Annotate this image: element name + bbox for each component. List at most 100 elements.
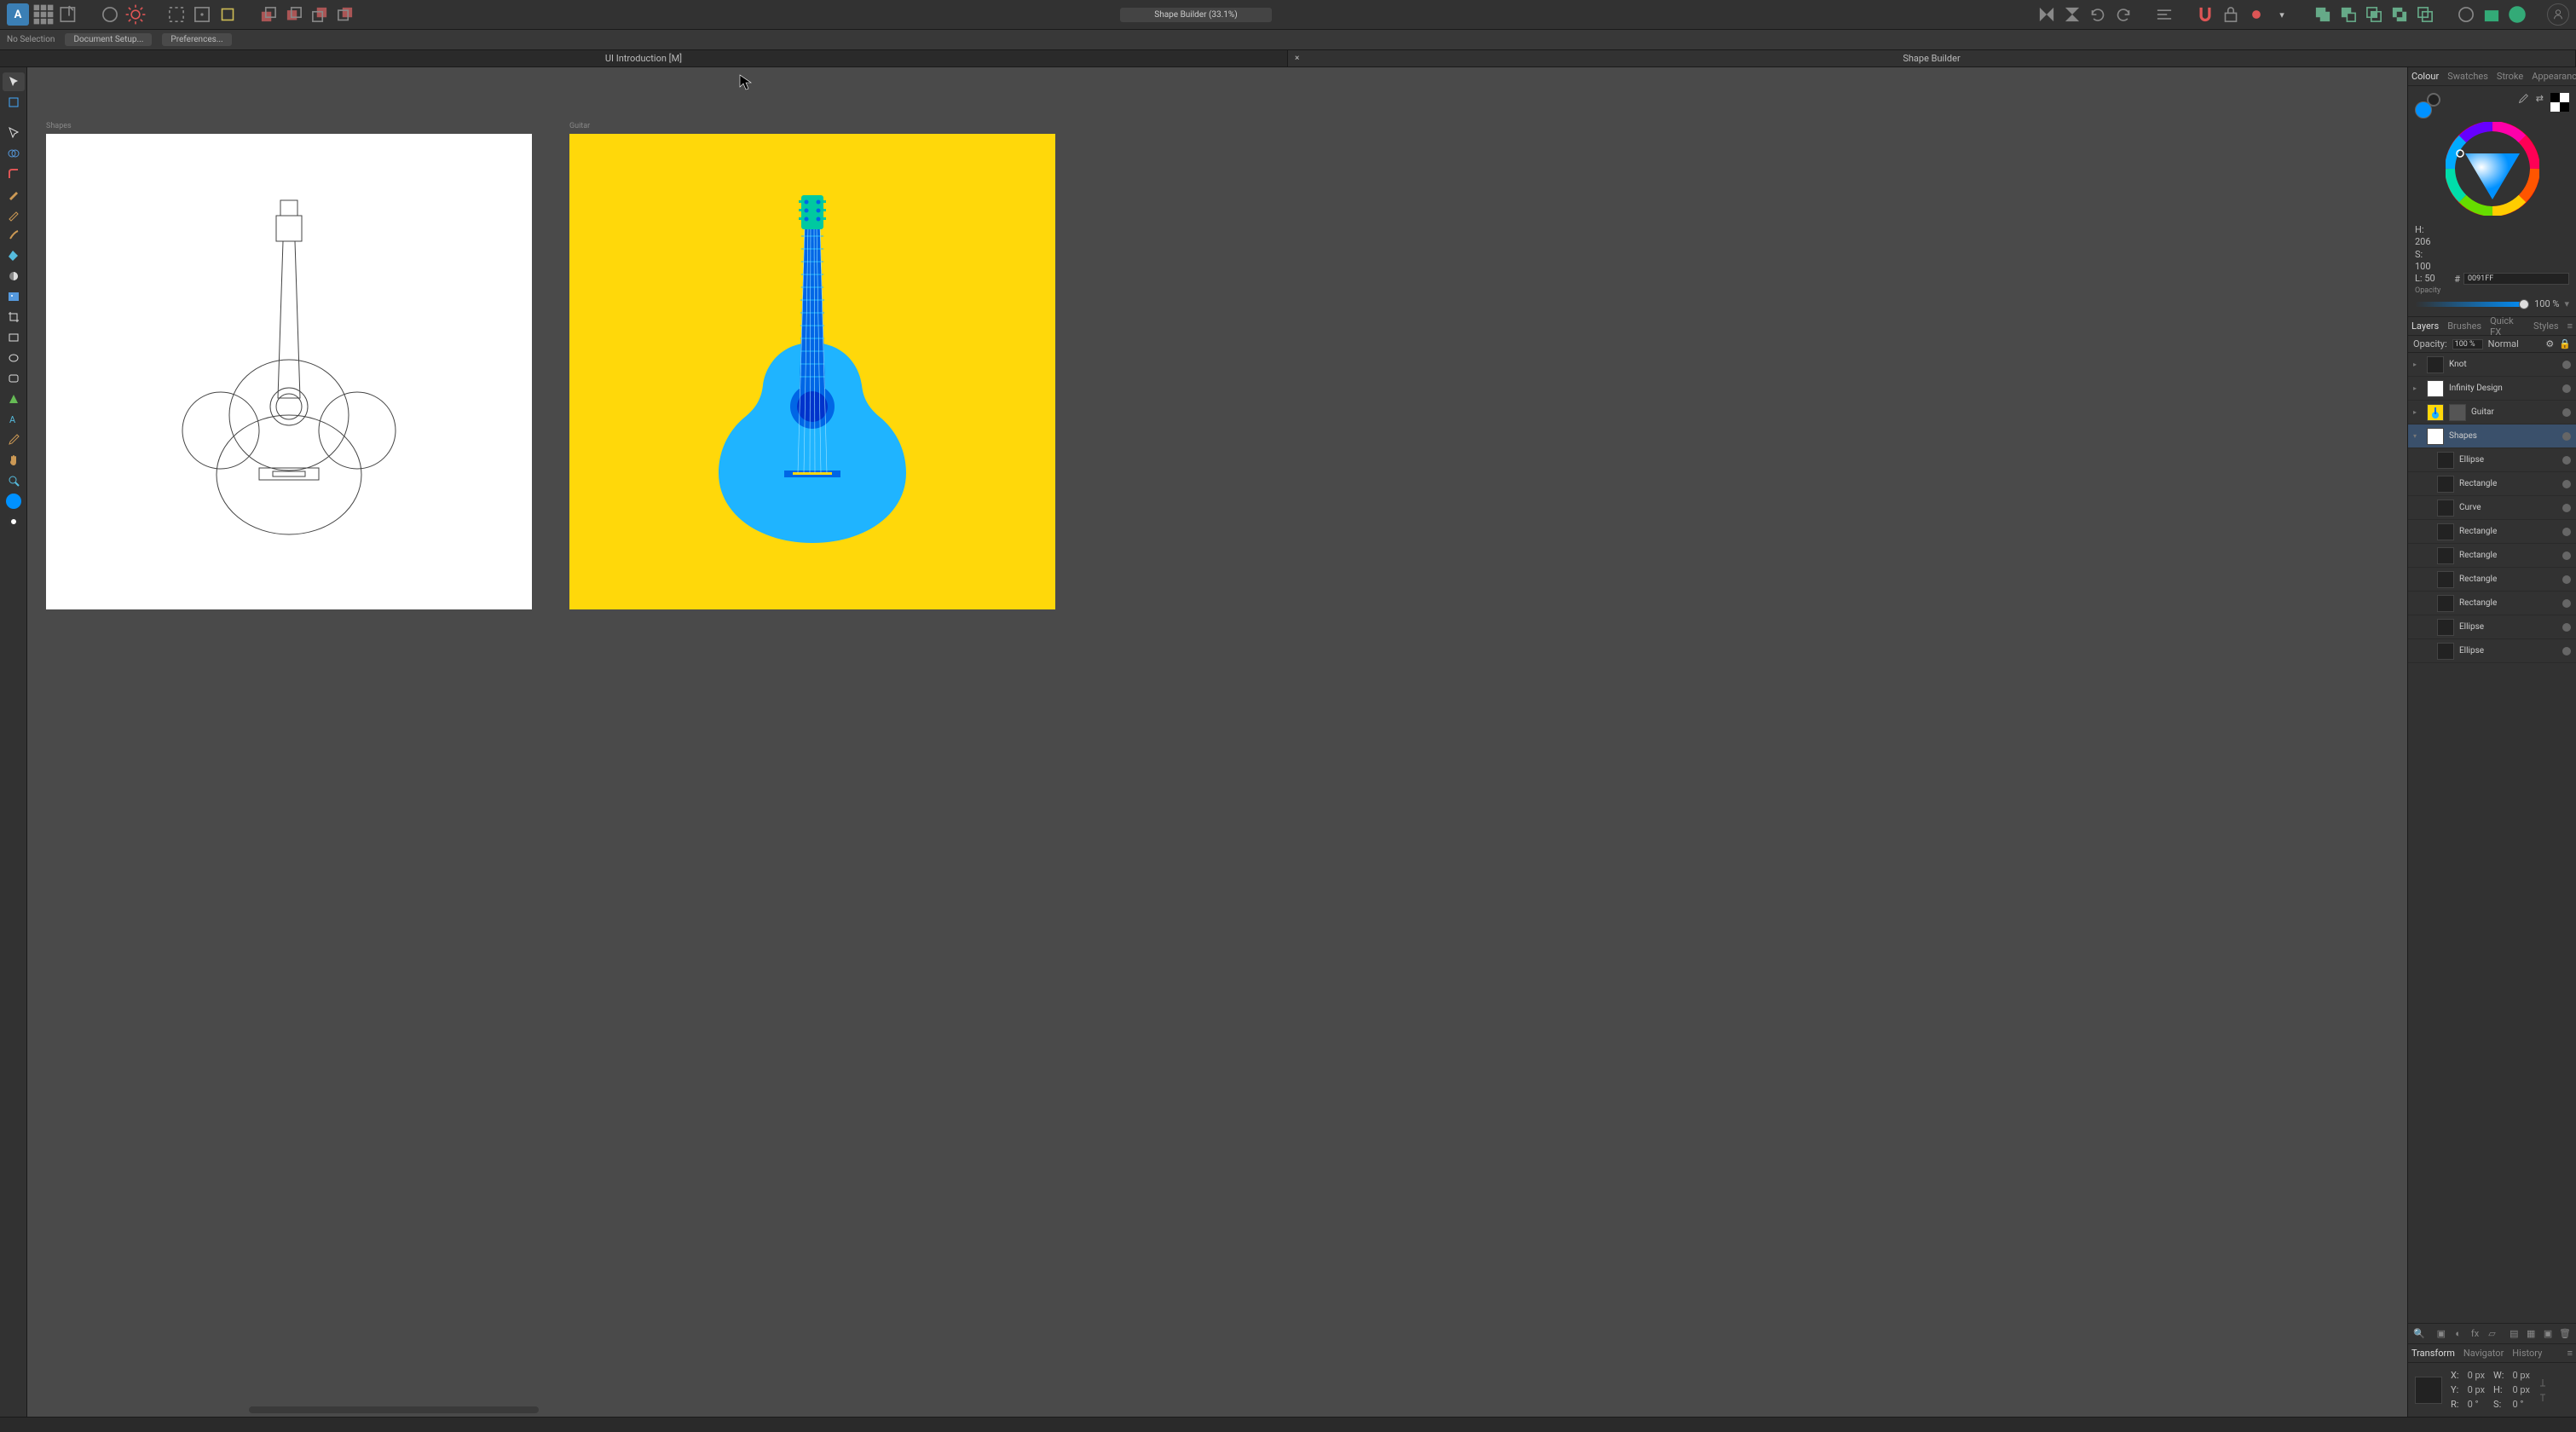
insert-dropdown-icon[interactable]: ▾ xyxy=(2271,3,2293,26)
add-layer-icon[interactable]: ▤ xyxy=(2508,1327,2520,1341)
mask-icon[interactable]: ▣ xyxy=(2435,1327,2447,1341)
visibility-toggle[interactable] xyxy=(2562,384,2571,393)
flip-h-icon[interactable] xyxy=(2036,3,2058,26)
opacity-stepper-icon[interactable]: ▾ xyxy=(2564,298,2569,309)
visibility-toggle[interactable] xyxy=(2562,361,2571,369)
bool-intersect-icon[interactable] xyxy=(2363,3,2385,26)
eyedropper-tool[interactable] xyxy=(3,430,25,449)
bw-default-swatch[interactable] xyxy=(2550,93,2569,112)
ellipse-tool[interactable] xyxy=(3,349,25,367)
layer-row[interactable]: Curve xyxy=(2408,496,2576,520)
tab-transform[interactable]: Transform xyxy=(2411,1348,2455,1359)
tab-styles[interactable]: Styles xyxy=(2533,320,2559,332)
prefs-gear-icon[interactable] xyxy=(124,3,147,26)
trash-icon[interactable]: 🗑 xyxy=(2559,1327,2571,1341)
chevron-icon[interactable]: ▸ xyxy=(2413,361,2422,368)
swap-colours-icon[interactable]: ⇄ xyxy=(2536,93,2544,104)
crop-tool[interactable] xyxy=(3,308,25,326)
bool-xor-icon[interactable] xyxy=(2388,3,2411,26)
place-image-tool[interactable] xyxy=(3,287,25,306)
preferences-button[interactable]: Preferences... xyxy=(162,33,231,46)
visibility-toggle[interactable] xyxy=(2562,599,2571,608)
bool-add-icon[interactable] xyxy=(2312,3,2334,26)
grid-icon[interactable] xyxy=(32,3,55,26)
layer-row[interactable]: ▸Infinity Design xyxy=(2408,377,2576,401)
link-icon[interactable] xyxy=(2538,1377,2547,1403)
anchor-selector[interactable] xyxy=(2415,1377,2442,1404)
pen-tool[interactable] xyxy=(3,185,25,204)
visibility-toggle[interactable] xyxy=(2562,480,2571,488)
tab-colour[interactable]: Colour xyxy=(2411,71,2439,82)
move-tool[interactable] xyxy=(3,72,25,91)
tab-quickfx[interactable]: Quick FX xyxy=(2490,315,2525,338)
document-setup-button[interactable]: Document Setup... xyxy=(65,33,152,46)
layer-opacity-input[interactable] xyxy=(2452,339,2483,349)
fill-swatch[interactable] xyxy=(2415,101,2432,118)
layer-row[interactable]: Rectangle xyxy=(2408,592,2576,615)
help-icon[interactable] xyxy=(2506,3,2528,26)
fill-stroke-selector[interactable] xyxy=(2415,93,2440,118)
corner-tool[interactable] xyxy=(3,165,25,183)
document-tab-active[interactable]: × Shape Builder xyxy=(1288,50,2576,66)
rotate-ccw-icon[interactable] xyxy=(2087,3,2109,26)
panel-menu-icon[interactable]: ≡ xyxy=(2567,320,2573,332)
adjust-icon[interactable]: ◐ xyxy=(2452,1327,2464,1341)
align-menu-icon[interactable] xyxy=(2153,3,2175,26)
store-icon[interactable] xyxy=(2481,3,2503,26)
visibility-toggle[interactable] xyxy=(2562,623,2571,632)
bool-divide-icon[interactable] xyxy=(2414,3,2436,26)
flip-v-icon[interactable] xyxy=(2061,3,2083,26)
visibility-toggle[interactable] xyxy=(2562,575,2571,584)
artboard-shapes[interactable]: Shapes xyxy=(46,134,532,609)
snap-center-icon[interactable] xyxy=(191,3,213,26)
chevron-icon[interactable]: ▸ xyxy=(2413,384,2422,392)
layer-row[interactable]: ▸Knot xyxy=(2408,353,2576,377)
document-tab[interactable]: UI Introduction [M] xyxy=(0,50,1288,66)
triangle-tool[interactable] xyxy=(3,390,25,408)
layer-row[interactable]: Ellipse xyxy=(2408,615,2576,639)
text-tool[interactable]: A xyxy=(3,410,25,429)
shape-builder-tool[interactable] xyxy=(3,144,25,163)
order-front-icon[interactable] xyxy=(334,3,356,26)
rectangle-tool[interactable] xyxy=(3,328,25,347)
layer-row[interactable]: Rectangle xyxy=(2408,472,2576,496)
layer-row[interactable]: Ellipse xyxy=(2408,448,2576,472)
blend-mode-select[interactable]: Normal xyxy=(2488,338,2519,349)
lock-icon[interactable] xyxy=(2220,3,2242,26)
lock-icon[interactable]: 🔒 xyxy=(2559,338,2571,349)
layer-row[interactable]: ▾Shapes xyxy=(2408,424,2576,448)
snap-bbox-icon[interactable] xyxy=(165,3,188,26)
bool-subtract-icon[interactable] xyxy=(2337,3,2359,26)
pencil-tool[interactable] xyxy=(3,205,25,224)
zoom-tool[interactable] xyxy=(3,471,25,490)
horizontal-scrollbar[interactable] xyxy=(249,1406,539,1413)
hand-tool[interactable] xyxy=(3,451,25,470)
visibility-toggle[interactable] xyxy=(2562,408,2571,417)
visibility-toggle[interactable] xyxy=(2562,528,2571,536)
snap-glow-icon[interactable] xyxy=(217,3,239,26)
transparency-tool[interactable] xyxy=(3,267,25,286)
order-forward-icon[interactable] xyxy=(309,3,331,26)
visibility-toggle[interactable] xyxy=(2562,504,2571,512)
panel-menu-icon[interactable]: ≡ xyxy=(2567,1348,2573,1359)
view-mode-icon[interactable] xyxy=(99,3,121,26)
persona-switcher[interactable] xyxy=(2547,3,2569,26)
rounded-rect-tool[interactable] xyxy=(3,369,25,388)
document-title-pill[interactable]: Shape Builder (33.1%) xyxy=(1120,8,1271,22)
export-icon[interactable] xyxy=(58,3,80,26)
fx-icon[interactable]: fx xyxy=(2469,1327,2481,1341)
tab-stroke[interactable]: Stroke xyxy=(2497,71,2523,82)
gear-icon[interactable]: ⚙ xyxy=(2545,338,2554,349)
snap-toggle-icon[interactable] xyxy=(2194,3,2216,26)
tab-navigator[interactable]: Navigator xyxy=(2463,1348,2504,1359)
order-backward-icon[interactable] xyxy=(283,3,305,26)
layer-row[interactable]: ▸Guitar xyxy=(2408,401,2576,424)
artboard-tool[interactable] xyxy=(3,93,25,112)
layer-list[interactable]: ▸Knot▸Infinity Design▸Guitar▾ShapesEllip… xyxy=(2408,353,2576,1323)
close-icon[interactable]: × xyxy=(1295,54,1299,63)
canvas[interactable]: Shapes xyxy=(27,67,2407,1417)
search-icon[interactable]: 🔍 xyxy=(2413,1327,2425,1341)
insert-target-icon[interactable] xyxy=(2245,3,2267,26)
layer-row[interactable]: Rectangle xyxy=(2408,520,2576,544)
colour-wheel[interactable] xyxy=(2446,122,2539,216)
